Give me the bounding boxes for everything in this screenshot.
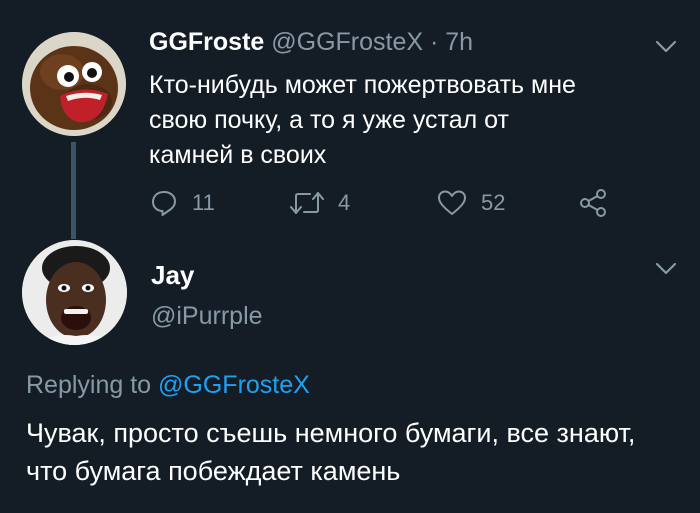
reply-author-name[interactable]: Jay bbox=[151, 260, 194, 291]
reply-icon bbox=[152, 191, 176, 216]
chevron-down-icon[interactable] bbox=[655, 40, 677, 54]
tweet-text-line: Кто-нибудь может пожертвовать мне bbox=[149, 71, 576, 99]
replying-to-label: Replying to bbox=[26, 371, 152, 399]
retweet-action[interactable]: 4 bbox=[290, 188, 350, 218]
heart-icon bbox=[438, 190, 466, 215]
reply-count: 11 bbox=[192, 190, 215, 215]
ggfroste-avatar-image bbox=[22, 32, 126, 136]
tweet-text-line: свою почку, а то я уже устал от bbox=[149, 106, 509, 134]
thread-connector-line bbox=[71, 142, 76, 239]
retweet-icon bbox=[290, 192, 324, 214]
tweet-author-handle[interactable]: @GGFrosteX bbox=[271, 28, 423, 56]
share-icon bbox=[580, 189, 606, 217]
chevron-down-icon[interactable] bbox=[655, 262, 677, 276]
tweet-time-separator: · bbox=[430, 28, 439, 56]
reply-text-line: что бумага побеждает камень bbox=[26, 456, 401, 486]
tweet-text-line: камней в своих bbox=[149, 141, 327, 169]
like-action[interactable]: 52 bbox=[437, 188, 505, 218]
avatar-jay[interactable] bbox=[22, 240, 127, 345]
like-count: 52 bbox=[481, 190, 506, 215]
retweet-count: 4 bbox=[338, 190, 351, 215]
tweet-text: Кто-нибудь может пожертвовать мне свою п… bbox=[149, 68, 669, 173]
tweet-author-line: GGFroste @GGFrosteX · 7h bbox=[149, 28, 473, 57]
reply-text-line: Чувак, просто съешь немного бумаги, все … bbox=[26, 418, 636, 448]
reply-author-handle[interactable]: @iPurrple bbox=[151, 302, 263, 331]
avatar-ggfroste[interactable] bbox=[22, 32, 126, 136]
replying-to-line: Replying to @GGFrosteX bbox=[26, 371, 310, 400]
replying-to-mention-link[interactable]: @GGFrosteX bbox=[158, 371, 310, 399]
reply-text: Чувак, просто съешь немного бумаги, все … bbox=[26, 414, 686, 490]
reply-action[interactable]: 11 bbox=[150, 188, 215, 218]
jay-avatar-image bbox=[22, 240, 127, 345]
tweet-author-name[interactable]: GGFroste bbox=[149, 28, 264, 56]
share-action[interactable] bbox=[578, 188, 608, 218]
tweet-timestamp[interactable]: 7h bbox=[445, 28, 473, 56]
